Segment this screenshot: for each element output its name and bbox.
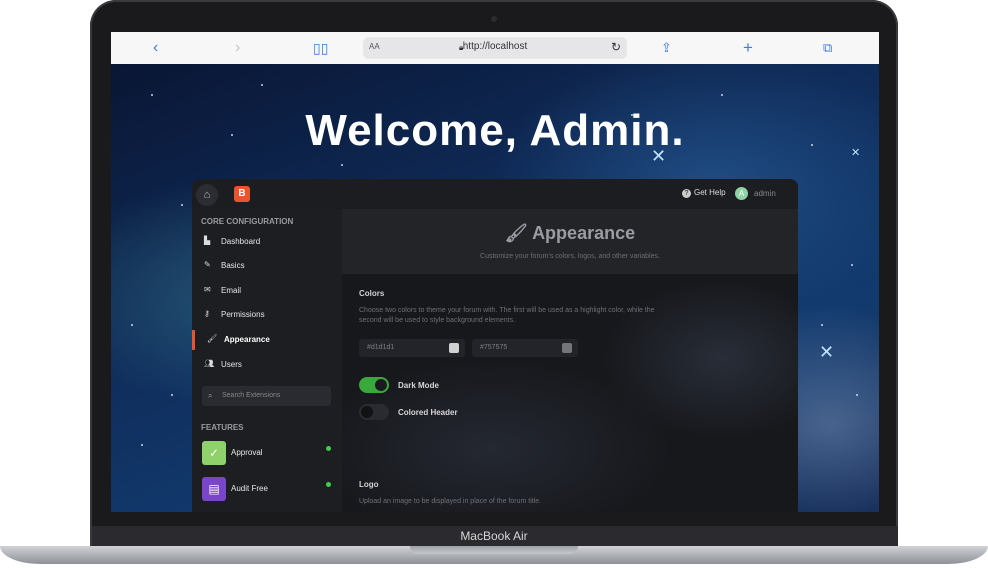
browser-toolbar: ‹ › ▯▯ AA 🔒︎ http://localhost ↻ ⇪ + ⧉: [111, 32, 879, 65]
sidebar-item-email[interactable]: ✉ Email: [192, 281, 342, 301]
colors-heading: Colors: [359, 289, 385, 298]
chart-icon: ▙: [204, 236, 211, 245]
check-icon: ✓: [202, 441, 226, 465]
sidebar-item-label: Permissions: [221, 310, 265, 319]
sidebar-item-dashboard[interactable]: ▙ Dashboard: [192, 232, 342, 252]
colored-header-label: Colored Header: [398, 408, 458, 417]
get-help-label: Get Help: [694, 188, 726, 197]
camera: [491, 16, 497, 22]
secondary-color-swatch[interactable]: [562, 343, 572, 353]
page-header: 🖌︎ Appearance Customize your forum's col…: [342, 209, 798, 274]
book-icon[interactable]: ▯▯: [313, 38, 328, 58]
search-placeholder: Search Extensions: [222, 392, 281, 399]
sidebar-item-label: Basics: [221, 261, 245, 270]
username[interactable]: admin: [754, 189, 776, 198]
home-icon[interactable]: ⌂: [196, 184, 218, 206]
question-icon: ?: [682, 189, 691, 198]
sidebar-item-label: Users: [221, 360, 242, 369]
page-title: 🖌︎ Appearance: [504, 223, 636, 243]
url-text[interactable]: http://localhost: [363, 41, 627, 52]
sidebar-item-permissions[interactable]: ⚷ Permissions: [192, 305, 342, 325]
avatar[interactable]: A: [735, 187, 748, 200]
key-icon: ⚷: [204, 309, 210, 318]
primary-color-input[interactable]: #d1d1d1: [359, 339, 465, 357]
forum-logo-icon[interactable]: B: [234, 186, 250, 202]
sparkle-icon: ✕: [819, 342, 835, 362]
envelope-icon: ✉: [204, 285, 211, 294]
forward-chevron-icon[interactable]: ›: [235, 38, 240, 58]
share-icon[interactable]: ⇪: [661, 38, 672, 58]
search-icon: ⌕: [208, 391, 213, 400]
paintbrush-icon: 🖌︎: [504, 223, 533, 243]
features-heading: FEATURES: [201, 423, 244, 432]
dark-mode-label: Dark Mode: [398, 381, 439, 390]
dark-mode-toggle[interactable]: [359, 377, 389, 393]
sidebar-item-label: Appearance: [224, 335, 270, 344]
plus-icon[interactable]: +: [743, 38, 753, 58]
get-help-link[interactable]: ? Get Help: [682, 188, 726, 198]
screen: ‹ › ▯▯ AA 🔒︎ http://localhost ↻ ⇪ + ⧉ ✕ …: [111, 32, 879, 512]
device-label: MacBook Air: [460, 529, 528, 543]
sidebar-item-basics[interactable]: ✎ Basics: [192, 256, 342, 276]
users-icon: 👥︎: [204, 359, 215, 368]
primary-color-value: #d1d1d1: [367, 344, 395, 351]
page-subtitle: Customize your forum's colors, logos, an…: [480, 253, 660, 260]
admin-panel: ⌂ B ? Get Help A admin CORE CONFIGURATION…: [192, 179, 798, 512]
pencil-icon: ✎: [204, 260, 211, 269]
extension-approval[interactable]: ✓ Approval: [192, 439, 342, 467]
paintbrush-icon: 🖌︎: [207, 334, 218, 343]
laptop-notch: [410, 546, 578, 554]
logo-heading: Logo: [359, 480, 379, 489]
colored-header-toggle[interactable]: [359, 404, 389, 420]
extension-label: Audit Free: [231, 484, 268, 493]
admin-topbar: ⌂ B ? Get Help A admin: [192, 179, 798, 209]
enabled-indicator: [326, 482, 331, 487]
extension-audit-free[interactable]: ▤ Audit Free: [192, 475, 342, 503]
extension-label: Approval: [231, 448, 263, 457]
reload-icon[interactable]: ↻: [611, 40, 621, 54]
sidebar-item-label: Email: [221, 286, 242, 295]
sidebar-item-appearance[interactable]: 🖌︎ Appearance: [192, 330, 345, 350]
sidebar-item-label: Dashboard: [221, 237, 261, 246]
logo-description: Upload an image to be displayed in place…: [359, 498, 542, 505]
sidebar-item-users[interactable]: 👥︎ Users: [192, 355, 342, 375]
admin-sidebar: CORE CONFIGURATION ▙ Dashboard ✎ Basics …: [192, 209, 342, 512]
address-bar[interactable]: AA 🔒︎ http://localhost ↻: [363, 37, 627, 59]
secondary-color-value: #757575: [480, 344, 508, 351]
search-extensions-input[interactable]: ⌕ Search Extensions: [202, 386, 331, 406]
tabs-icon[interactable]: ⧉: [823, 38, 832, 58]
core-config-heading: CORE CONFIGURATION: [201, 217, 294, 226]
secondary-color-input[interactable]: #757575: [472, 339, 578, 357]
appearance-content: 🖌︎ Appearance Customize your forum's col…: [342, 209, 798, 512]
back-chevron-icon[interactable]: ‹: [153, 38, 158, 58]
welcome-heading: Welcome, Admin.: [305, 106, 685, 155]
enabled-indicator: [326, 446, 331, 451]
primary-color-swatch[interactable]: [449, 343, 459, 353]
colors-description: Choose two colors to theme your forum wi…: [359, 307, 655, 324]
book-icon: ▤: [202, 477, 226, 501]
